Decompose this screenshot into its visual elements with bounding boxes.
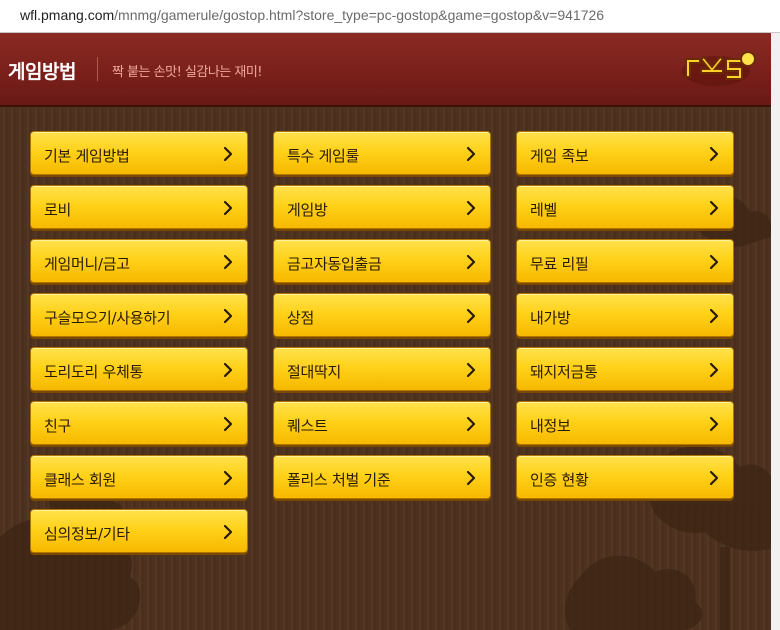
menu-button-label: 내가방 <box>530 309 571 327</box>
url-host: wfl.pmang.com <box>20 7 115 23</box>
chevron-right-icon <box>223 416 233 432</box>
menu-button[interactable]: 게임 족보 <box>516 131 734 175</box>
menu-button-label: 상점 <box>287 309 315 327</box>
chevron-right-icon <box>709 200 719 216</box>
menu-button[interactable]: 도리도리 우체통 <box>30 347 248 391</box>
content-area: 기본 게임방법 특수 게임룰 게임 족보로비 게임방 레벨게임머니/금고 금고자동입출금 무… <box>0 107 780 630</box>
menu-button[interactable]: 상점 <box>273 293 491 337</box>
chevron-right-icon <box>223 200 233 216</box>
chevron-right-icon <box>466 470 476 486</box>
game-rule-menu: 기본 게임방법 특수 게임룰 게임 족보로비 게임방 레벨게임머니/금고 금고자동입출금 무… <box>0 107 770 630</box>
header-divider <box>97 57 98 81</box>
menu-button[interactable]: 내정보 <box>516 401 734 445</box>
menu-button-label: 게임방 <box>287 201 328 219</box>
menu-button[interactable]: 퀘스트 <box>273 401 491 445</box>
header-tagline: 짝 붙는 손맛! 실감나는 재미! <box>112 65 263 80</box>
menu-button-label: 절대딱지 <box>287 363 342 381</box>
chevron-right-icon <box>709 416 719 432</box>
menu-button[interactable]: 절대딱지 <box>273 347 491 391</box>
menu-button[interactable]: 친구 <box>30 401 248 445</box>
menu-button-label: 기본 게임방법 <box>44 147 130 165</box>
chevron-right-icon <box>709 470 719 486</box>
chevron-right-icon <box>466 254 476 270</box>
menu-button[interactable]: 인증 현황 <box>516 455 734 499</box>
menu-button-label: 무료 리필 <box>530 255 589 273</box>
menu-button[interactable]: 금고자동입출금 <box>273 239 491 283</box>
menu-button-label: 폴리스 처벌 기준 <box>287 471 391 489</box>
menu-button-label: 심의정보/기타 <box>44 525 130 543</box>
chevron-right-icon <box>223 146 233 162</box>
page-title: 게임방법 <box>8 61 76 83</box>
chevron-right-icon <box>223 470 233 486</box>
menu-button[interactable]: 무료 리필 <box>516 239 734 283</box>
page-header: 게임방법 짝 붙는 손맛! 실감나는 재미! <box>0 33 780 107</box>
chevron-right-icon <box>466 362 476 378</box>
url-text[interactable]: wfl.pmang.com/mnmg/gamerule/gostop.html?… <box>20 7 604 23</box>
menu-button[interactable]: 레벨 <box>516 185 734 229</box>
menu-button-label: 레벨 <box>530 201 558 219</box>
chevron-right-icon <box>223 524 233 540</box>
menu-button-label: 금고자동입출금 <box>287 255 382 273</box>
menu-button-label: 게임머니/금고 <box>44 255 130 273</box>
chevron-right-icon <box>223 254 233 270</box>
gostop-logo <box>682 51 756 86</box>
menu-button-label: 도리도리 우체통 <box>44 363 143 381</box>
chevron-right-icon <box>223 362 233 378</box>
menu-button[interactable]: 기본 게임방법 <box>30 131 248 175</box>
chevron-right-icon <box>466 146 476 162</box>
chevron-right-icon <box>223 308 233 324</box>
menu-button[interactable]: 특수 게임룰 <box>273 131 491 175</box>
menu-button[interactable]: 구슬모으기/사용하기 <box>30 293 248 337</box>
chevron-right-icon <box>466 416 476 432</box>
menu-button-label: 내정보 <box>530 417 571 435</box>
chevron-right-icon <box>709 308 719 324</box>
menu-button[interactable]: 돼지저금통 <box>516 347 734 391</box>
scrollbar[interactable] <box>771 33 780 630</box>
menu-button-label: 로비 <box>44 201 72 219</box>
chevron-right-icon <box>466 308 476 324</box>
menu-button[interactable]: 게임머니/금고 <box>30 239 248 283</box>
menu-button-label: 클래스 회원 <box>44 471 116 489</box>
chevron-right-icon <box>709 254 719 270</box>
menu-button-label: 인증 현황 <box>530 471 589 489</box>
menu-button-label: 게임 족보 <box>530 147 589 165</box>
chevron-right-icon <box>709 362 719 378</box>
menu-button[interactable]: 게임방 <box>273 185 491 229</box>
browser-address-bar[interactable]: wfl.pmang.com/mnmg/gamerule/gostop.html?… <box>0 0 780 33</box>
url-path: /mnmg/gamerule/gostop.html?store_type=pc… <box>114 7 605 23</box>
menu-button-label: 퀘스트 <box>287 417 328 435</box>
chevron-right-icon <box>466 200 476 216</box>
chevron-right-icon <box>709 146 719 162</box>
menu-button-label: 돼지저금통 <box>530 363 598 381</box>
menu-button[interactable]: 심의정보/기타 <box>30 509 248 553</box>
menu-button-label: 구슬모으기/사용하기 <box>44 309 171 327</box>
menu-button[interactable]: 내가방 <box>516 293 734 337</box>
menu-button[interactable]: 폴리스 처벌 기준 <box>273 455 491 499</box>
menu-button-label: 친구 <box>44 417 72 435</box>
menu-button-label: 특수 게임룰 <box>287 147 359 165</box>
menu-button[interactable]: 클래스 회원 <box>30 455 248 499</box>
menu-button[interactable]: 로비 <box>30 185 248 229</box>
